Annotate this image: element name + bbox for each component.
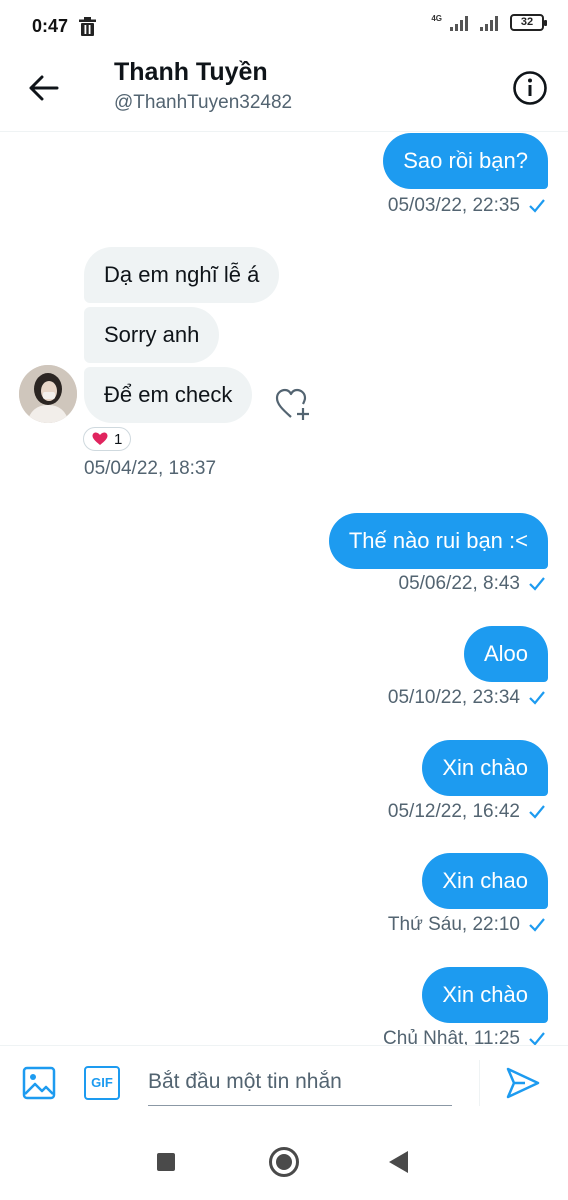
timestamp-text: 05/03/22, 22:35: [387, 195, 520, 216]
message-timestamp: 05/03/22, 22:35: [388, 195, 546, 217]
contact-handle[interactable]: @ThanhTuyen32482: [114, 92, 292, 114]
message-timestamp: 05/10/22, 23:34: [388, 687, 546, 709]
message-bubble-incoming[interactable]: Sorry anh: [84, 307, 220, 363]
message-bubble-incoming[interactable]: Để em check: [84, 367, 253, 423]
reaction-count: 1: [114, 430, 123, 448]
status-time: 0:47: [32, 16, 69, 36]
timestamp-text: 05/04/22, 18:37: [84, 458, 217, 479]
composer-divider: [479, 1060, 480, 1106]
heart-add-icon[interactable]: [274, 387, 312, 423]
checkmark-icon: [529, 805, 545, 819]
message-input[interactable]: [148, 1058, 452, 1106]
heart-icon: [92, 432, 108, 445]
info-icon[interactable]: [512, 70, 548, 106]
conversation-header: Thanh Tuyền @ThanhTuyen32482: [0, 54, 568, 132]
recents-button[interactable]: [157, 1153, 175, 1171]
reaction-badge[interactable]: 1: [83, 427, 132, 451]
system-nav-bar: [0, 1125, 568, 1200]
trash-icon: [79, 17, 96, 36]
timestamp-text: 05/10/22, 23:34: [387, 687, 520, 708]
timestamp-text: 05/06/22, 8:43: [398, 573, 521, 594]
message-bubble-outgoing[interactable]: Aloo: [463, 626, 548, 682]
message-bubble-incoming[interactable]: Dạ em nghĩ lễ á: [84, 247, 280, 303]
message-composer: GIF: [0, 1045, 568, 1125]
message-timestamp: 05/06/22, 8:43: [399, 573, 547, 595]
message-timestamp: 05/12/22, 16:42: [388, 801, 546, 823]
status-bar: 0:47 4G 32: [0, 0, 568, 54]
battery-indicator: 32: [510, 14, 547, 31]
message-bubble-outgoing[interactable]: Xin chào: [422, 967, 548, 1023]
send-icon[interactable]: [505, 1066, 541, 1100]
network-type: 4G: [431, 13, 442, 23]
checkmark-icon: [529, 577, 545, 591]
image-icon[interactable]: [22, 1066, 56, 1100]
back-arrow-icon: [29, 75, 59, 101]
timestamp-text: Thứ Sáu, 22:10: [387, 914, 520, 935]
checkmark-icon: [529, 199, 545, 213]
gif-button[interactable]: GIF: [84, 1066, 120, 1100]
message-bubble-outgoing[interactable]: Xin chào: [422, 740, 548, 796]
message-list[interactable]: Sao rồi bạn? 05/03/22, 22:35 Dạ em nghĩ …: [0, 133, 568, 1045]
signal-icon-2: [480, 15, 498, 31]
message-bubble-outgoing[interactable]: Thế nào rui bạn :<: [328, 513, 548, 569]
checkmark-icon: [529, 918, 545, 932]
contact-name[interactable]: Thanh Tuyền: [114, 58, 268, 87]
home-button[interactable]: [269, 1147, 299, 1177]
checkmark-icon: [529, 1032, 545, 1045]
message-bubble-outgoing[interactable]: Xin chao: [422, 853, 548, 909]
checkmark-icon: [529, 691, 545, 705]
timestamp-text: Chủ Nhật, 11:25: [383, 1028, 520, 1045]
message-bubble-outgoing[interactable]: Sao rồi bạn?: [383, 133, 548, 189]
message-timestamp: Thứ Sáu, 22:10: [388, 914, 546, 936]
system-back-button[interactable]: [389, 1151, 408, 1173]
message-timestamp: 05/04/22, 18:37: [84, 458, 216, 480]
back-button[interactable]: [24, 68, 64, 108]
message-timestamp: Chủ Nhật, 11:25: [383, 1028, 546, 1045]
timestamp-text: 05/12/22, 16:42: [387, 801, 520, 822]
signal-icon: [450, 15, 468, 31]
avatar[interactable]: [19, 365, 77, 423]
